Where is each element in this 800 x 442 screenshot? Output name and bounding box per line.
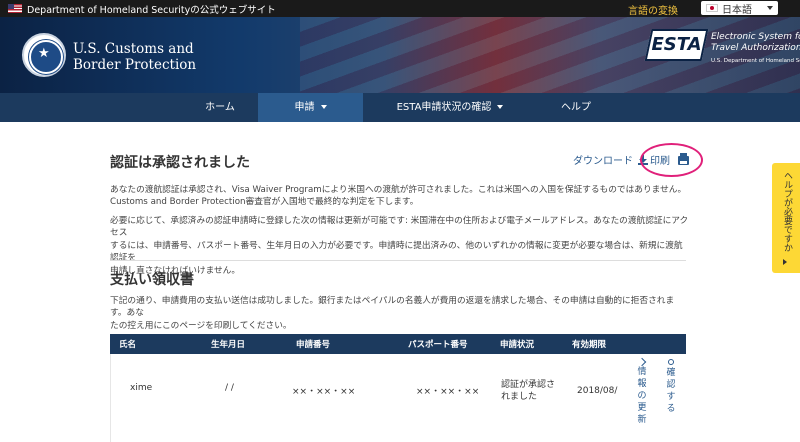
download-link[interactable]: ダウンロード [573,152,648,167]
pencil-icon [637,357,647,367]
update-info-message: 必要に応じて、承認済みの認証申請時に登録した次の情報は更新が可能です: 米国滞在… [110,216,689,276]
chevron-right-icon [783,259,787,265]
top-utility-bar: Department of Homeland Securityの公式ウェブサイト… [0,0,800,17]
main-nav: ホーム 申請 ESTA申請状況の確認 ヘルプ [0,93,800,122]
official-site-label: Department of Homeland Securityの公式ウェブサイト [27,5,276,16]
section-divider [110,260,686,261]
column-header-expiry: 有効期限 [572,340,607,350]
update-info-link[interactable]: 情報の更新 [636,357,648,426]
table-row: xime / / ××・××・×× ××・××・×× 認証が承認さ れました 2… [110,354,686,442]
column-header-dob: 生年月日 [211,340,246,350]
esta-logo-mark: ESTA [644,29,709,61]
header-banner: U.S. Customs and Border Protection ESTA … [0,17,800,93]
page-title: 認証は承認されました [110,155,250,171]
receipt-section-title: 支払い領収書 [110,272,194,288]
cell-name: xime [130,383,153,393]
help-tab-label: ヘルプが必要ですか [782,171,792,252]
us-flag-icon [8,4,22,13]
language-value: 日本語 [722,5,752,16]
cell-application-number: ××・××・×× [292,387,356,397]
table-header: 氏名 生年月日 申請番号 パスポート番号 申請状況 有効期限 [110,334,686,354]
nav-help[interactable]: ヘルプ [536,93,616,122]
receipt-message: 下記の通り、申請費用の支払い送信は成功しました。銀行またはペイパルの名義人が費用… [110,296,675,331]
chevron-down-icon [320,105,327,109]
language-label: 言語の変換 [628,6,678,17]
cell-dob: / / [225,383,234,393]
cell-status: 認証が承認さ れました [501,380,556,402]
confirm-link[interactable]: 確認する [665,359,677,415]
esta-logo[interactable]: ESTA Electronic System for Travel Author… [644,27,800,77]
column-header-name: 氏名 [119,340,137,350]
language-select[interactable]: 日本語 [701,1,778,16]
japan-flag-icon [706,4,718,12]
column-header-passport-number: パスポート番号 [408,340,468,350]
approval-message: あなたの渡航認証は承認され、Visa Waiver Programにより米国への… [110,185,687,208]
column-header-application-number: 申請番号 [296,340,331,350]
dhs-seal-icon [22,33,66,77]
help-side-tab[interactable]: ヘルプが必要ですか [772,163,800,273]
highlight-annotation-ring [640,143,703,177]
nav-status-check[interactable]: ESTA申請状況の確認 [390,93,510,122]
search-icon [668,359,674,365]
chevron-down-icon [767,6,773,10]
chevron-down-icon [497,105,504,109]
column-header-status: 申請状況 [500,340,535,350]
nav-apply[interactable]: 申請 [258,93,363,122]
cbp-logo-text[interactable]: U.S. Customs and Border Protection [73,41,196,73]
cell-expiry: 2018/08/ [577,386,618,396]
cell-passport-number: ××・××・×× [416,387,480,397]
esta-logo-text: Electronic System for Travel Authorizati… [711,32,800,64]
